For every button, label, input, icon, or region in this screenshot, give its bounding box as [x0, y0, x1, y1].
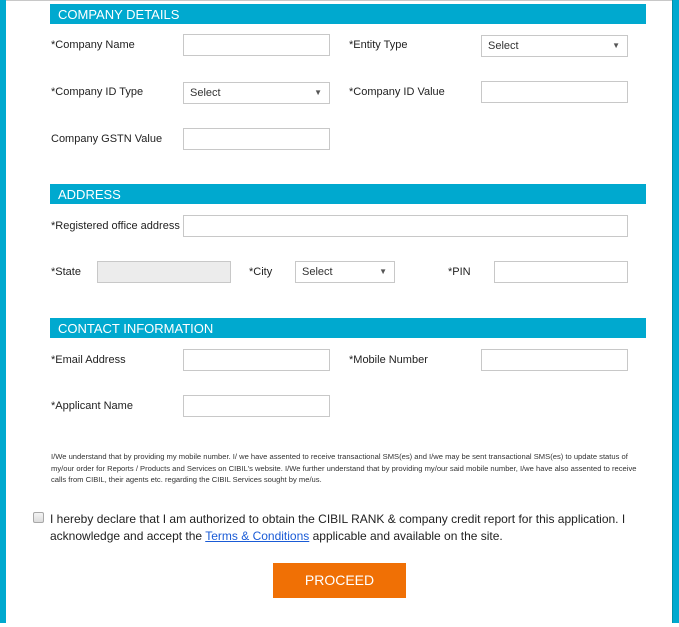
company-gstn-input[interactable] — [183, 128, 330, 150]
sms-consent-text: I/We understand that by providing my mob… — [51, 452, 637, 485]
entity-type-select[interactable]: Select ▼ — [481, 35, 628, 57]
pin-label: *PIN — [448, 266, 471, 278]
company-id-type-value: Select — [190, 87, 221, 99]
declaration-text-after: applicable and available on the site. — [309, 529, 503, 543]
pin-input[interactable] — [494, 261, 628, 283]
city-label: *City — [249, 266, 273, 278]
entity-type-value: Select — [488, 40, 519, 52]
company-id-type-select[interactable]: Select ▼ — [183, 82, 330, 104]
company-name-input[interactable] — [183, 34, 330, 56]
section-header-address: ADDRESS — [50, 184, 646, 204]
registered-office-input[interactable] — [183, 215, 628, 237]
entity-type-label: *Entity Type — [349, 39, 408, 51]
city-select[interactable]: Select ▼ — [295, 261, 395, 283]
top-divider — [0, 0, 679, 1]
state-label: *State — [51, 266, 81, 278]
chevron-down-icon: ▼ — [379, 267, 387, 276]
proceed-button[interactable]: PROCEED — [273, 563, 406, 598]
section-header-company-details: COMPANY DETAILS — [50, 4, 646, 24]
terms-conditions-link[interactable]: Terms & Conditions — [205, 529, 309, 543]
chevron-down-icon: ▼ — [612, 41, 620, 50]
registered-office-label: *Registered office address — [51, 220, 180, 232]
section-header-contact-information: CONTACT INFORMATION — [50, 318, 646, 338]
city-value: Select — [302, 266, 333, 278]
chevron-down-icon: ▼ — [314, 88, 322, 97]
company-id-value-input[interactable] — [481, 81, 628, 103]
company-id-type-label: *Company ID Type — [51, 86, 144, 98]
left-border — [0, 0, 6, 623]
applicant-name-label: *Applicant Name — [51, 400, 133, 412]
mobile-input[interactable] — [481, 349, 628, 371]
email-label: *Email Address — [51, 354, 126, 366]
email-input[interactable] — [183, 349, 330, 371]
declaration-text: I hereby declare that I am authorized to… — [50, 511, 650, 545]
company-name-label: *Company Name — [51, 39, 135, 51]
mobile-label: *Mobile Number — [349, 354, 428, 366]
company-id-value-label: *Company ID Value — [349, 86, 445, 98]
company-gstn-label: Company GSTN Value — [51, 133, 163, 145]
right-border — [673, 0, 679, 623]
applicant-name-input[interactable] — [183, 395, 330, 417]
state-input[interactable] — [97, 261, 231, 283]
declaration-checkbox[interactable] — [33, 512, 44, 523]
